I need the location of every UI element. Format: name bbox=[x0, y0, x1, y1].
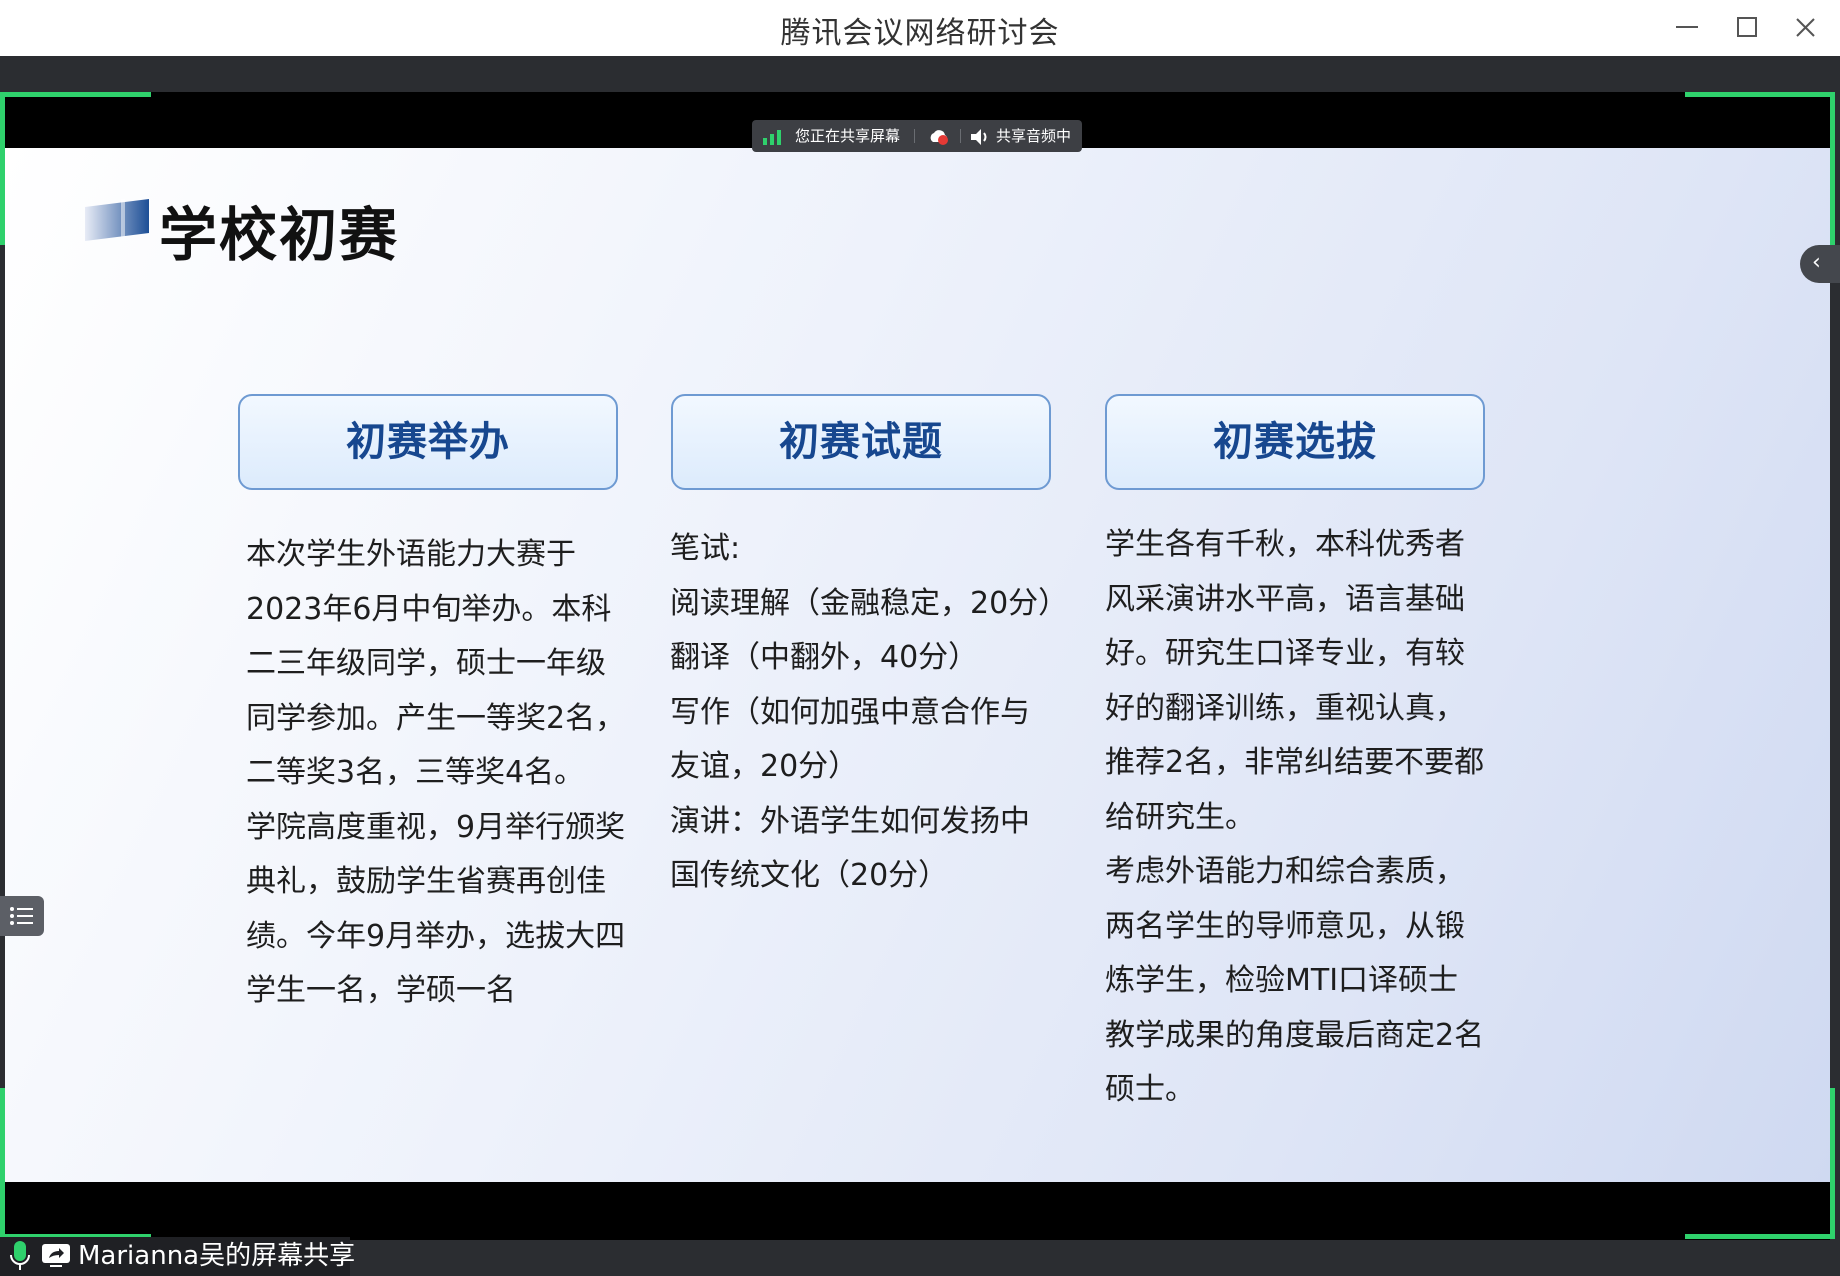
text-line: 写作（如何加强中意合作与 bbox=[670, 694, 1030, 730]
column-organize-text: 本次学生外语能力大赛于 2023年6月中旬举办。本科 二三年级同学，硕士一年级 … bbox=[246, 528, 625, 1019]
title-marker-icon bbox=[85, 199, 149, 241]
text-line: 二等奖3名，三等奖4名。 bbox=[246, 755, 585, 790]
share-frame-corner bbox=[1685, 1234, 1835, 1239]
text-line: 二三年级同学，硕士一年级 bbox=[246, 646, 606, 681]
microphone-icon[interactable] bbox=[8, 1239, 32, 1273]
text-line: 学院高度重视，9月举行颁奖 bbox=[246, 809, 626, 845]
text-line: 硕士。 bbox=[1105, 1072, 1195, 1107]
text-line: 国传统文化（20分） bbox=[670, 858, 949, 893]
minimize-button[interactable] bbox=[1668, 10, 1708, 46]
window-title: 腾讯会议网络研讨会 bbox=[780, 16, 1060, 51]
text-line: 风采演讲水平高，语言基础 bbox=[1105, 581, 1465, 617]
text-line: 绩。今年9月举办，选拔大四 bbox=[246, 918, 626, 954]
close-icon bbox=[1796, 18, 1815, 37]
speaker-icon[interactable] bbox=[970, 128, 990, 146]
text-line: 学生一名，学硕一名 bbox=[246, 973, 516, 1008]
text-line: 友谊，20分） bbox=[670, 749, 859, 784]
close-button[interactable] bbox=[1786, 10, 1826, 46]
sharing-status-label: 您正在共享屏幕 bbox=[795, 127, 901, 145]
window-titlebar: 腾讯会议网络研讨会 bbox=[0, 0, 1840, 57]
text-line: 2023年6月中旬举办。本科 bbox=[246, 591, 612, 627]
screen-share-icon[interactable] bbox=[40, 1241, 72, 1269]
text-line: 考虑外语能力和综合素质， bbox=[1105, 854, 1465, 889]
maximize-button[interactable] bbox=[1727, 10, 1767, 46]
presentation-slide: 学校初赛 初赛举办 初赛试题 初赛选拔 本次学生外语能力大赛于 2023年6月中… bbox=[5, 148, 1830, 1182]
share-frame-corner bbox=[0, 92, 151, 97]
collapse-panel-button[interactable]: ‹ bbox=[1800, 245, 1840, 283]
cloud-record-icon[interactable] bbox=[928, 128, 950, 146]
list-icon bbox=[10, 907, 33, 925]
minimize-icon bbox=[1676, 26, 1698, 28]
text-line: 翻译（中翻外，40分） bbox=[670, 640, 979, 675]
chevron-left-icon: ‹ bbox=[1812, 250, 1821, 275]
share-frame-corner bbox=[1830, 1088, 1835, 1239]
column-selection-text: 学生各有千秋，本科优秀者 风采演讲水平高，语言基础 好。研究生口译专业，有较 好… bbox=[1105, 518, 1484, 1118]
heading-selection: 初赛选拔 bbox=[1105, 394, 1485, 490]
text-line: 学生各有千秋，本科优秀者 bbox=[1105, 527, 1465, 562]
text-line: 笔试: bbox=[670, 531, 741, 566]
text-line: 好。研究生口译专业，有较 bbox=[1105, 636, 1465, 671]
share-frame-corner bbox=[1685, 92, 1835, 97]
text-line: 好的翻译训练，重视认真， bbox=[1105, 690, 1465, 726]
heading-questions: 初赛试题 bbox=[671, 394, 1051, 490]
toolbar-divider bbox=[960, 129, 961, 143]
text-line: 演讲：外语学生如何发扬中 bbox=[670, 803, 1030, 839]
text-line: 推荐2名，非常纠结要不要都 bbox=[1105, 745, 1485, 780]
share-frame-corner bbox=[1830, 92, 1835, 245]
heading-organize: 初赛举办 bbox=[238, 394, 618, 490]
text-line: 阅读理解（金融稳定，20分） bbox=[670, 585, 1069, 621]
sharing-audio-label: 共享音频中 bbox=[996, 127, 1072, 145]
column-questions-text: 笔试: 阅读理解（金融稳定，20分） 翻译（中翻外，40分） 写作（如何加强中意… bbox=[670, 522, 1068, 904]
text-line: 两名学生的导师意见，从锻 bbox=[1105, 908, 1465, 944]
text-line: 典礼，鼓励学生省赛再创佳 bbox=[246, 864, 606, 899]
signal-icon bbox=[763, 130, 781, 145]
slide-title: 学校初赛 bbox=[159, 201, 400, 269]
screen-share-toolbar[interactable]: 您正在共享屏幕 共享音频中 bbox=[752, 120, 1082, 152]
text-line: 同学参加。产生一等奖2名， bbox=[246, 700, 626, 736]
text-line: 给研究生。 bbox=[1105, 799, 1255, 835]
maximize-icon bbox=[1737, 17, 1757, 37]
toolbar-divider bbox=[914, 129, 915, 143]
text-line: 教学成果的角度最后商定2名 bbox=[1105, 1017, 1485, 1053]
text-line: 本次学生外语能力大赛于 bbox=[246, 537, 576, 572]
list-panel-button[interactable] bbox=[0, 896, 44, 936]
presenter-share-label: Marianna吴的屏幕共享 bbox=[78, 1241, 356, 1271]
text-line: 炼学生，检验MTI口译硕士 bbox=[1105, 963, 1459, 998]
